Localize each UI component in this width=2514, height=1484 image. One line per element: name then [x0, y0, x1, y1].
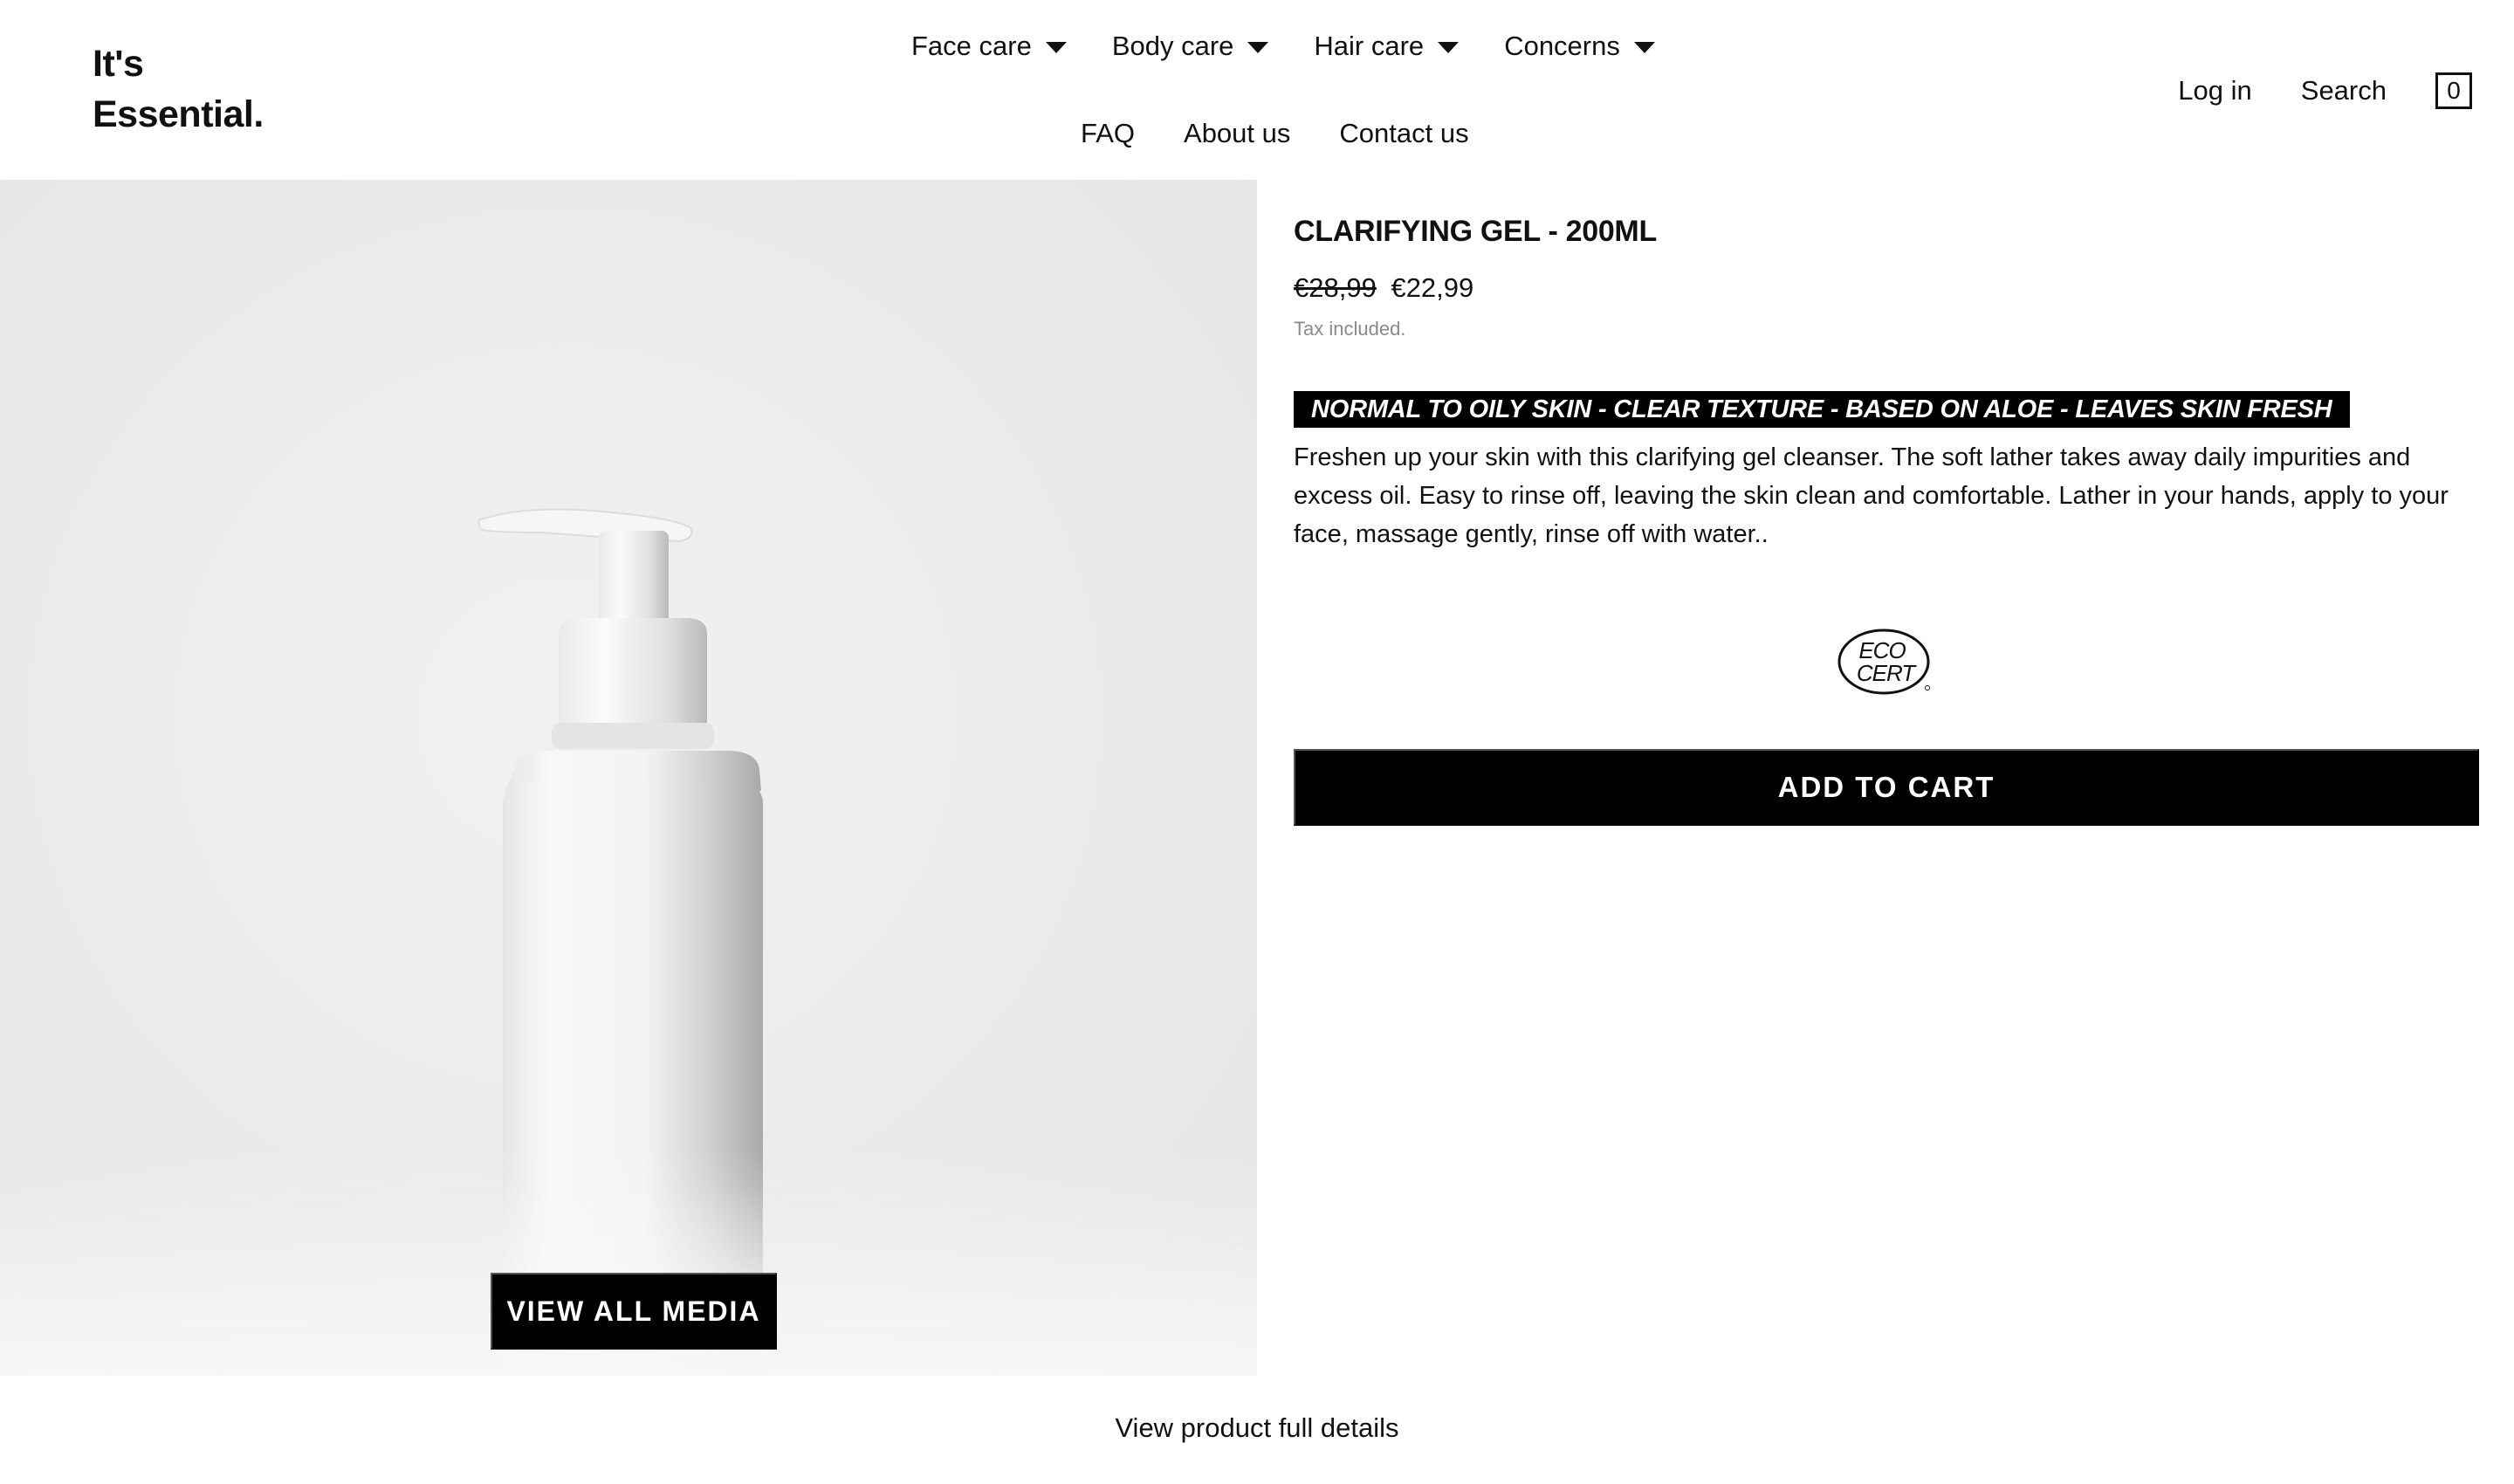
nav-item-about-us[interactable]: About us: [1184, 118, 1290, 149]
full-details-row: View product full details: [0, 1412, 2514, 1444]
price-old: €28,99: [1294, 272, 1377, 303]
add-to-cart-button[interactable]: ADD TO CART: [1294, 749, 2479, 826]
product-title: CLARIFYING GEL - 200ML: [1294, 215, 1657, 248]
ecocert-logo: ECO CERT: [1837, 629, 1930, 695]
nav-item-label: Body care: [1111, 31, 1234, 61]
product-tagline: NORMAL TO OILY SKIN - CLEAR TEXTURE - BA…: [1294, 391, 2350, 428]
nav-item-hair-care[interactable]: Hair care: [1314, 31, 1460, 62]
primary-nav: Face care Body care Hair care Concerns: [911, 26, 1700, 66]
caret-down-icon: [1045, 41, 1067, 53]
nav-item-body-care[interactable]: Body care: [1112, 31, 1269, 62]
view-full-details-link[interactable]: View product full details: [1115, 1412, 1398, 1443]
cart-button[interactable]: 0: [2435, 72, 2472, 109]
product-description: Freshen up your skin with this clarifyin…: [1294, 443, 2449, 548]
nav-item-label: Hair care: [1314, 31, 1425, 61]
site-logo[interactable]: It's Essential.: [93, 38, 264, 140]
tax-note: Tax included.: [1294, 318, 1406, 340]
search-link[interactable]: Search: [2301, 75, 2387, 106]
nav-item-concerns[interactable]: Concerns: [1504, 31, 1655, 62]
caret-down-icon: [1247, 41, 1269, 53]
product-media[interactable]: [0, 180, 1257, 1376]
nav-item-label: Concerns: [1504, 31, 1620, 61]
cart-count: 0: [2447, 77, 2461, 104]
view-all-media-button[interactable]: VIEW ALL MEDIA: [491, 1273, 777, 1350]
ecocert-line-2: CERT: [1857, 660, 1917, 686]
nav-item-label: Face care: [911, 31, 1032, 61]
caret-down-icon: [1438, 41, 1460, 53]
login-link[interactable]: Log in: [2178, 75, 2251, 106]
nav-item-face-care[interactable]: Face care: [911, 31, 1067, 62]
caret-down-icon: [1633, 41, 1655, 53]
nav-item-faq[interactable]: FAQ: [1081, 118, 1135, 149]
nav-item-contact-us[interactable]: Contact us: [1339, 118, 1468, 149]
secondary-nav: FAQ About us Contact us: [1081, 113, 1518, 154]
price-row: €28,99 €22,99: [1294, 272, 1473, 304]
price-current: €22,99: [1391, 272, 1474, 303]
logo-line-2: Essential.: [93, 93, 264, 135]
header-actions: Log in Search 0: [2178, 70, 2472, 112]
logo-line-1: It's: [93, 43, 144, 85]
